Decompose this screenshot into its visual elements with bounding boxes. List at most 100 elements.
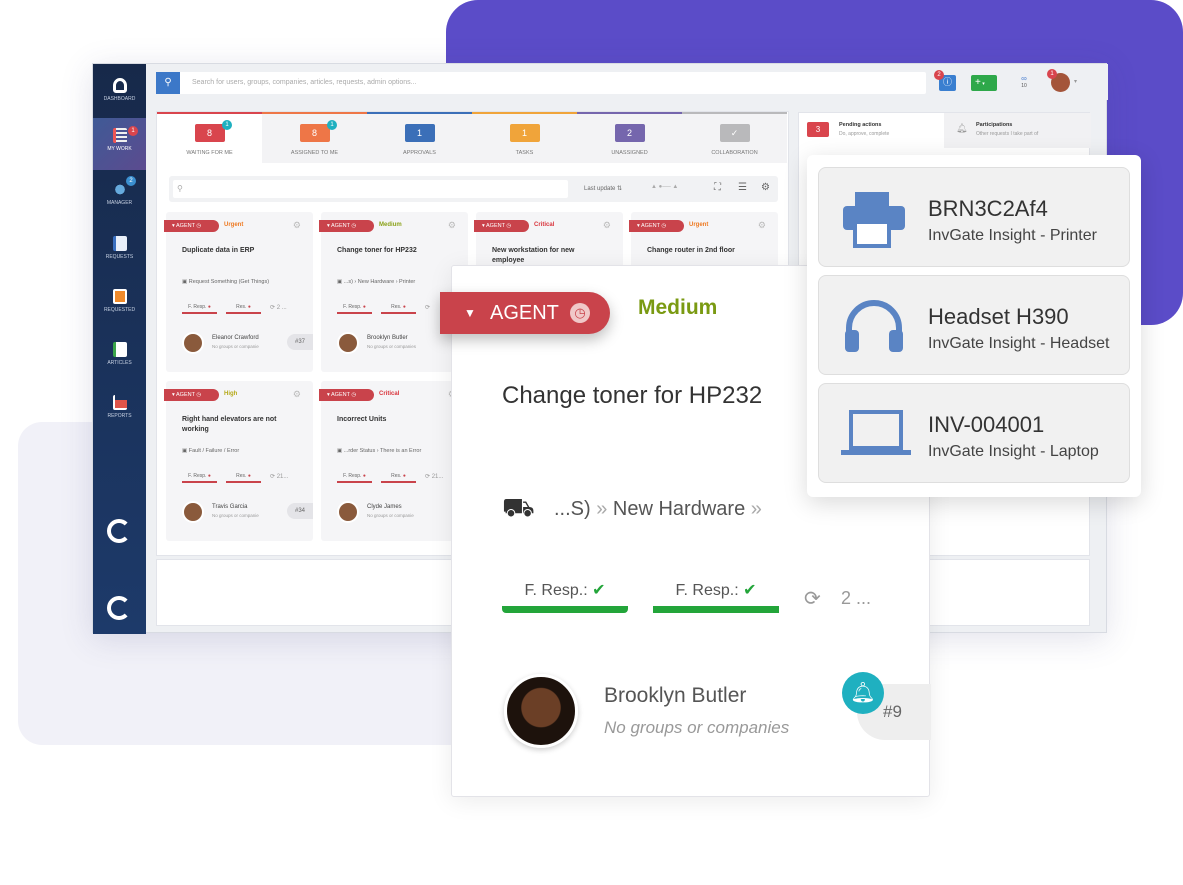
card-title: New workstation for new employee bbox=[492, 247, 575, 264]
tab-assigned-to-me[interactable]: 8 1 ASSIGNED TO ME bbox=[262, 112, 367, 163]
sidebar-item-articles[interactable]: ARTICLES bbox=[93, 342, 146, 366]
filter-bar: ⚲ Last update ⇅ ▲ ●── ▲ ⛶ ☰ ⚙ bbox=[169, 176, 778, 202]
check-circle-icon: ✔ bbox=[592, 582, 606, 599]
request-number: #34 bbox=[287, 503, 313, 519]
path-text: ...rder Status › There is an Error bbox=[343, 448, 422, 454]
agent-tag[interactable]: ▾ AGENT ◷ bbox=[474, 220, 530, 232]
bell-icon[interactable]: 🔔︎ bbox=[842, 672, 884, 714]
alert-icon: ● bbox=[362, 304, 366, 310]
gear-icon[interactable]: ⚙ bbox=[293, 220, 301, 231]
fullscreen-icon[interactable]: ⛶ bbox=[714, 182, 721, 193]
sidebar-item-manager[interactable]: MANAGER 2 bbox=[93, 176, 146, 206]
sort-label: Last update bbox=[584, 186, 616, 192]
sidebar-item-requests[interactable]: REQUESTS bbox=[93, 236, 146, 260]
tab-count: 8 bbox=[194, 124, 225, 142]
top-bar: ⚲ Search for users, groups, companies, ar… bbox=[146, 64, 1108, 100]
agent-tag[interactable]: ▾ AGENT ◷ bbox=[319, 389, 375, 401]
settings-gear-icon[interactable]: ⚙ bbox=[761, 182, 770, 193]
agent-tag[interactable]: ▾ AGENT ◷ bbox=[629, 220, 685, 232]
create-new-button[interactable]: + ▾ bbox=[971, 75, 997, 91]
participations-tab[interactable]: 🔔︎ Participations Other requests I take … bbox=[944, 113, 1091, 148]
assets-popup: BRN3C2Af4 InvGate Insight - Printer Heads… bbox=[807, 155, 1141, 497]
requester-name[interactable]: Eleanor Crawford bbox=[212, 335, 259, 341]
requester-name[interactable]: Brooklyn Butler bbox=[604, 684, 746, 708]
sla-label: F. Resp.: bbox=[675, 582, 739, 599]
priority-label: Critical bbox=[379, 391, 400, 397]
chevron-down-icon[interactable]: ▾ bbox=[1074, 78, 1077, 85]
gear-icon[interactable]: ⚙ bbox=[758, 220, 766, 231]
sidebar-item-requested[interactable]: REQUESTED bbox=[93, 289, 146, 313]
sidebar-item-my-work[interactable]: MY WORK 1 bbox=[93, 118, 146, 170]
request-title: Change toner for HP232 bbox=[502, 382, 763, 409]
asset-item-laptop[interactable]: INV-004001 InvGate Insight - Laptop bbox=[818, 383, 1130, 483]
pending-actions-tab[interactable]: 3 Pending actions Do, approve, complete bbox=[799, 113, 944, 148]
agent-tag[interactable]: ▾ AGENT ◷ bbox=[319, 220, 375, 232]
request-card[interactable]: ▾ AGENT ◷ Urgent ⚙ Change router in 2nd … bbox=[629, 212, 778, 272]
avatar bbox=[182, 501, 204, 523]
request-card[interactable]: ▾ AGENT ◷ Critical ⚙ New workstation for… bbox=[474, 212, 623, 272]
priority-label: High bbox=[224, 391, 238, 397]
link-icon: ∞ bbox=[1021, 74, 1027, 83]
document-orange-icon bbox=[112, 289, 127, 304]
avatar bbox=[182, 332, 204, 354]
sidebar-item-dashboard[interactable]: DASHBOARD bbox=[93, 78, 146, 102]
asset-item-headset[interactable]: Headset H390 InvGate Insight - Headset bbox=[818, 275, 1130, 375]
gear-icon[interactable]: ⚙ bbox=[448, 220, 456, 231]
tab-count: 8 bbox=[299, 124, 330, 142]
sidebar-item-reports[interactable]: REPORTS bbox=[93, 395, 146, 419]
agent-label: AGENT bbox=[176, 392, 195, 398]
request-card[interactable]: ▾ AGENT ◷ Urgent ⚙ Duplicate data in ERP… bbox=[164, 212, 313, 372]
invgate-logo-icon[interactable] bbox=[107, 596, 131, 620]
agent-label: AGENT bbox=[331, 223, 350, 229]
notifications-button[interactable]: ⓘ 2 bbox=[934, 70, 956, 91]
category-icon: ▣ bbox=[182, 279, 189, 285]
requester-groups: No groups or companies bbox=[367, 344, 417, 349]
caret-down-icon: ▼ bbox=[464, 306, 476, 320]
path-item[interactable]: New Hardware bbox=[613, 498, 745, 520]
tab-waiting-for-me[interactable]: 8 1 WAITING FOR ME bbox=[157, 112, 262, 163]
list-icon bbox=[112, 128, 127, 143]
card-title: Incorrect Units bbox=[337, 416, 387, 423]
request-card[interactable]: ▾ AGENT ◷ High ⚙ Right hand elevators ar… bbox=[164, 381, 313, 541]
search-icon[interactable]: ⚲ bbox=[156, 72, 180, 94]
avatar bbox=[337, 501, 359, 523]
sort-button[interactable]: Last update ⇅ bbox=[584, 185, 622, 192]
sla-resolution: Res. ● bbox=[381, 304, 416, 314]
agent-tag[interactable]: ▼ AGENT ◷ bbox=[440, 292, 610, 334]
refresh-icon: ⟳ bbox=[804, 588, 821, 610]
tab-unassigned[interactable]: 2 UNASSIGNED bbox=[577, 112, 682, 163]
requester-name[interactable]: Clyde James bbox=[367, 504, 402, 510]
zoom-slider[interactable]: ▲ ●── ▲ bbox=[651, 184, 678, 190]
card-path: ▣ ...s) › New Hardware › Printer bbox=[337, 279, 465, 285]
gear-icon[interactable]: ⚙ bbox=[603, 220, 611, 231]
tab-approvals[interactable]: 1 APPROVALS bbox=[367, 112, 472, 163]
sla-label: Res. bbox=[236, 473, 247, 479]
user-avatar[interactable]: 1 bbox=[1047, 69, 1070, 92]
agent-tag[interactable]: ▾ AGENT ◷ bbox=[164, 220, 220, 232]
tab-tasks[interactable]: 1 TASKS bbox=[472, 112, 577, 163]
tab-collaboration[interactable]: ✓ COLLABORATION bbox=[682, 112, 787, 163]
filter-search-input[interactable]: ⚲ bbox=[173, 180, 568, 198]
requester-groups: No groups or companie bbox=[212, 344, 259, 349]
sidebar-label: REQUESTED bbox=[103, 307, 136, 313]
priority-label: Critical bbox=[534, 222, 555, 228]
headset-icon bbox=[845, 300, 903, 352]
asset-item-printer[interactable]: BRN3C2Af4 InvGate Insight - Printer bbox=[818, 167, 1130, 267]
list-view-icon[interactable]: ☰ bbox=[738, 182, 747, 193]
global-search-input[interactable]: ⚲ Search for users, groups, companies, ar… bbox=[156, 72, 926, 94]
requester-name[interactable]: Travis Garcia bbox=[212, 504, 247, 510]
chart-icon bbox=[112, 395, 127, 410]
extra-count: 2 ... bbox=[841, 588, 872, 608]
links-button[interactable]: ∞ 10 bbox=[1014, 74, 1034, 89]
alert-icon: ● bbox=[207, 304, 211, 310]
agent-tag[interactable]: ▾ AGENT ◷ bbox=[164, 389, 220, 401]
gear-icon[interactable]: ⚙ bbox=[293, 389, 301, 400]
path-prefix: ...S) bbox=[554, 498, 591, 520]
request-card[interactable]: ▾ AGENT ◷ Critical ⚙ Incorrect Units▣ ..… bbox=[319, 381, 468, 541]
agent-label: AGENT bbox=[176, 223, 195, 229]
category-icon: ▣ bbox=[337, 448, 344, 454]
priority-label: Medium bbox=[638, 296, 718, 319]
tab-count: ✓ bbox=[719, 124, 750, 142]
requester-name[interactable]: Brooklyn Butler bbox=[367, 335, 408, 341]
sla-first-response: F. Resp. ● bbox=[337, 473, 372, 483]
